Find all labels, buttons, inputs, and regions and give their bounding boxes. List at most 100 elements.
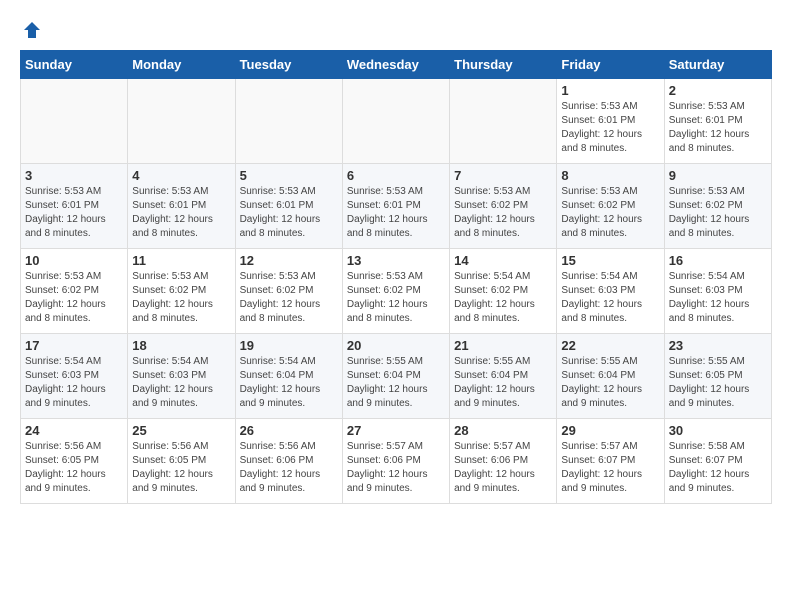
day-number: 30 bbox=[669, 423, 767, 438]
day-number: 2 bbox=[669, 83, 767, 98]
page-header bbox=[20, 20, 772, 40]
calendar-week-row: 17 Sunrise: 5:54 AM Sunset: 6:03 PM Dayli… bbox=[21, 334, 772, 419]
calendar-cell: 3 Sunrise: 5:53 AM Sunset: 6:01 PM Daylig… bbox=[21, 164, 128, 249]
calendar-cell: 25Sunrise: 5:56 AM Sunset: 6:05 PM Dayli… bbox=[128, 419, 235, 504]
calendar-cell: 18 Sunrise: 5:54 AM Sunset: 6:03 PM Dayli… bbox=[128, 334, 235, 419]
day-number: 1 bbox=[561, 83, 659, 98]
day-number: 29 bbox=[561, 423, 659, 438]
calendar-cell: 13 Sunrise: 5:53 AM Sunset: 6:02 PM Dayli… bbox=[342, 249, 449, 334]
day-number: 26 bbox=[240, 423, 338, 438]
calendar-cell: 22 Sunrise: 5:55 AM Sunset: 6:04 PM Dayli… bbox=[557, 334, 664, 419]
calendar-cell: 2 Sunrise: 5:53 AM Sunset: 6:01 PM Daylig… bbox=[664, 79, 771, 164]
day-number: 21 bbox=[454, 338, 552, 353]
day-info: Sunrise: 5:53 AM Sunset: 6:01 PM Dayligh… bbox=[25, 185, 123, 241]
day-number: 18 bbox=[132, 338, 230, 353]
day-number: 24 bbox=[25, 423, 123, 438]
day-info: Sunrise: 5:54 AM Sunset: 6:03 PM Dayligh… bbox=[25, 355, 123, 411]
day-info: Sunrise: 5:56 AM Sunset: 6:06 PM Dayligh… bbox=[240, 440, 338, 496]
calendar-cell: 7Sunrise: 5:53 AM Sunset: 6:02 PM Daylig… bbox=[450, 164, 557, 249]
calendar-week-row: 24 Sunrise: 5:56 AM Sunset: 6:05 PM Dayli… bbox=[21, 419, 772, 504]
day-number: 4 bbox=[132, 168, 230, 183]
weekday-header-thursday: Thursday bbox=[450, 51, 557, 79]
day-info: Sunrise: 5:57 AM Sunset: 6:06 PM Dayligh… bbox=[347, 440, 445, 496]
day-info: Sunrise: 5:54 AM Sunset: 6:03 PM Dayligh… bbox=[561, 270, 659, 326]
day-number: 17 bbox=[25, 338, 123, 353]
calendar-cell: 17 Sunrise: 5:54 AM Sunset: 6:03 PM Dayli… bbox=[21, 334, 128, 419]
calendar-cell bbox=[21, 79, 128, 164]
calendar-cell: 12 Sunrise: 5:53 AM Sunset: 6:02 PM Dayli… bbox=[235, 249, 342, 334]
calendar-cell bbox=[450, 79, 557, 164]
day-info: Sunrise: 5:57 AM Sunset: 6:07 PM Dayligh… bbox=[561, 440, 659, 496]
day-number: 5 bbox=[240, 168, 338, 183]
day-number: 22 bbox=[561, 338, 659, 353]
day-number: 9 bbox=[669, 168, 767, 183]
weekday-header-wednesday: Wednesday bbox=[342, 51, 449, 79]
day-number: 12 bbox=[240, 253, 338, 268]
day-number: 8 bbox=[561, 168, 659, 183]
weekday-header-row: SundayMondayTuesdayWednesdayThursdayFrid… bbox=[21, 51, 772, 79]
calendar-table: SundayMondayTuesdayWednesdayThursdayFrid… bbox=[20, 50, 772, 504]
day-info: Sunrise: 5:53 AM Sunset: 6:02 PM Dayligh… bbox=[669, 185, 767, 241]
calendar-cell: 6Sunrise: 5:53 AM Sunset: 6:01 PM Daylig… bbox=[342, 164, 449, 249]
calendar-week-row: 10 Sunrise: 5:53 AM Sunset: 6:02 PM Dayli… bbox=[21, 249, 772, 334]
weekday-header-sunday: Sunday bbox=[21, 51, 128, 79]
day-number: 13 bbox=[347, 253, 445, 268]
calendar-week-row: 1 Sunrise: 5:53 AM Sunset: 6:01 PM Daylig… bbox=[21, 79, 772, 164]
day-number: 3 bbox=[25, 168, 123, 183]
calendar-cell bbox=[128, 79, 235, 164]
calendar-cell bbox=[235, 79, 342, 164]
day-info: Sunrise: 5:53 AM Sunset: 6:02 PM Dayligh… bbox=[240, 270, 338, 326]
calendar-cell: 29 Sunrise: 5:57 AM Sunset: 6:07 PM Dayli… bbox=[557, 419, 664, 504]
day-info: Sunrise: 5:53 AM Sunset: 6:02 PM Dayligh… bbox=[347, 270, 445, 326]
day-info: Sunrise: 5:53 AM Sunset: 6:01 PM Dayligh… bbox=[669, 100, 767, 156]
day-info: Sunrise: 5:53 AM Sunset: 6:01 PM Dayligh… bbox=[240, 185, 338, 241]
day-number: 10 bbox=[25, 253, 123, 268]
day-info: Sunrise: 5:53 AM Sunset: 6:02 PM Dayligh… bbox=[132, 270, 230, 326]
calendar-cell: 11 Sunrise: 5:53 AM Sunset: 6:02 PM Dayli… bbox=[128, 249, 235, 334]
weekday-header-saturday: Saturday bbox=[664, 51, 771, 79]
day-number: 27 bbox=[347, 423, 445, 438]
calendar-cell: 5 Sunrise: 5:53 AM Sunset: 6:01 PM Daylig… bbox=[235, 164, 342, 249]
weekday-header-monday: Monday bbox=[128, 51, 235, 79]
day-info: Sunrise: 5:55 AM Sunset: 6:04 PM Dayligh… bbox=[454, 355, 552, 411]
day-info: Sunrise: 5:54 AM Sunset: 6:03 PM Dayligh… bbox=[132, 355, 230, 411]
calendar-cell: 27 Sunrise: 5:57 AM Sunset: 6:06 PM Dayli… bbox=[342, 419, 449, 504]
calendar-cell: 19 Sunrise: 5:54 AM Sunset: 6:04 PM Dayli… bbox=[235, 334, 342, 419]
day-info: Sunrise: 5:55 AM Sunset: 6:04 PM Dayligh… bbox=[561, 355, 659, 411]
calendar-cell: 4 Sunrise: 5:53 AM Sunset: 6:01 PM Daylig… bbox=[128, 164, 235, 249]
day-number: 28 bbox=[454, 423, 552, 438]
day-info: Sunrise: 5:53 AM Sunset: 6:02 PM Dayligh… bbox=[25, 270, 123, 326]
day-info: Sunrise: 5:53 AM Sunset: 6:01 PM Dayligh… bbox=[561, 100, 659, 156]
calendar-cell bbox=[342, 79, 449, 164]
logo-icon bbox=[22, 20, 42, 40]
weekday-header-tuesday: Tuesday bbox=[235, 51, 342, 79]
day-info: Sunrise: 5:53 AM Sunset: 6:01 PM Dayligh… bbox=[132, 185, 230, 241]
day-number: 16 bbox=[669, 253, 767, 268]
calendar-cell: 26 Sunrise: 5:56 AM Sunset: 6:06 PM Dayli… bbox=[235, 419, 342, 504]
day-number: 23 bbox=[669, 338, 767, 353]
day-number: 11 bbox=[132, 253, 230, 268]
calendar-cell: 15 Sunrise: 5:54 AM Sunset: 6:03 PM Dayli… bbox=[557, 249, 664, 334]
calendar-cell: 1 Sunrise: 5:53 AM Sunset: 6:01 PM Daylig… bbox=[557, 79, 664, 164]
calendar-cell: 23 Sunrise: 5:55 AM Sunset: 6:05 PM Dayli… bbox=[664, 334, 771, 419]
day-info: Sunrise: 5:54 AM Sunset: 6:04 PM Dayligh… bbox=[240, 355, 338, 411]
day-number: 7 bbox=[454, 168, 552, 183]
day-number: 19 bbox=[240, 338, 338, 353]
day-number: 20 bbox=[347, 338, 445, 353]
day-number: 25 bbox=[132, 423, 230, 438]
day-info: Sunrise: 5:54 AM Sunset: 6:02 PM Dayligh… bbox=[454, 270, 552, 326]
calendar-cell: 10 Sunrise: 5:53 AM Sunset: 6:02 PM Dayli… bbox=[21, 249, 128, 334]
day-info: Sunrise: 5:55 AM Sunset: 6:05 PM Dayligh… bbox=[669, 355, 767, 411]
logo bbox=[20, 20, 44, 40]
day-info: Sunrise: 5:54 AM Sunset: 6:03 PM Dayligh… bbox=[669, 270, 767, 326]
calendar-cell: 14Sunrise: 5:54 AM Sunset: 6:02 PM Dayli… bbox=[450, 249, 557, 334]
day-info: Sunrise: 5:58 AM Sunset: 6:07 PM Dayligh… bbox=[669, 440, 767, 496]
day-info: Sunrise: 5:56 AM Sunset: 6:05 PM Dayligh… bbox=[25, 440, 123, 496]
calendar-cell: 28 Sunrise: 5:57 AM Sunset: 6:06 PM Dayli… bbox=[450, 419, 557, 504]
day-number: 15 bbox=[561, 253, 659, 268]
calendar-cell: 21 Sunrise: 5:55 AM Sunset: 6:04 PM Dayli… bbox=[450, 334, 557, 419]
calendar-cell: 24 Sunrise: 5:56 AM Sunset: 6:05 PM Dayli… bbox=[21, 419, 128, 504]
day-info: Sunrise: 5:57 AM Sunset: 6:06 PM Dayligh… bbox=[454, 440, 552, 496]
day-info: Sunrise: 5:53 AM Sunset: 6:02 PM Dayligh… bbox=[561, 185, 659, 241]
calendar-cell: 9 Sunrise: 5:53 AM Sunset: 6:02 PM Daylig… bbox=[664, 164, 771, 249]
